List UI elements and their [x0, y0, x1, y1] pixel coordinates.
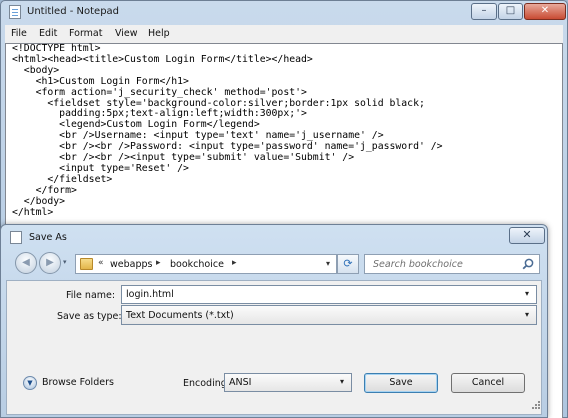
resize-grip-icon[interactable] — [531, 400, 541, 410]
save-button[interactable]: Save — [364, 373, 438, 393]
code-text: <!DOCTYPE html> <html><head><title>Custo… — [12, 43, 443, 219]
minimize-button[interactable]: – — [471, 3, 497, 20]
file-name-label: File name: — [66, 290, 116, 301]
notepad-menubar: File Edit Format View Help — [5, 25, 563, 43]
search-icon[interactable] — [522, 258, 534, 270]
back-button[interactable]: ◀ — [15, 252, 37, 274]
notepad-title: Untitled - Notepad — [27, 6, 120, 17]
recent-locations-dropdown[interactable]: ▾ — [63, 258, 67, 266]
maximize-button[interactable]: □ — [498, 3, 523, 20]
cancel-button[interactable]: Cancel — [451, 373, 525, 393]
breadcrumb-bookchoice[interactable]: bookchoice — [170, 259, 224, 270]
breadcrumb-webapps[interactable]: webapps — [110, 259, 152, 270]
dialog-close-button[interactable]: ✕ — [509, 227, 545, 244]
encoding-select[interactable]: ANSI ▾ — [224, 373, 352, 392]
search-box[interactable]: Search bookchoice — [364, 254, 540, 274]
refresh-button[interactable]: ⟳ — [337, 254, 359, 274]
encoding-value: ANSI — [229, 377, 252, 388]
file-name-input[interactable]: login.html ▾ — [121, 285, 537, 304]
code-line: </form> — [12, 184, 77, 196]
save-as-body: File name: login.html ▾ Save as type: Te… — [6, 280, 542, 415]
expand-icon: ▼ — [23, 376, 37, 390]
menu-edit[interactable]: Edit — [39, 28, 57, 39]
menu-view[interactable]: View — [115, 28, 138, 39]
code-line: <h1>Custom Login Form</h1> — [12, 75, 189, 87]
address-bar[interactable]: « webapps ▸ bookchoice ▸ ▾ — [75, 254, 337, 274]
encoding-dropdown-icon[interactable]: ▾ — [340, 377, 344, 386]
breadcrumb-separator[interactable]: ▸ — [232, 258, 237, 268]
folder-icon — [80, 258, 93, 270]
save-as-type-select[interactable]: Text Documents (*.txt) ▾ — [121, 305, 537, 325]
code-line: <form action='j_security_check' method='… — [12, 86, 307, 98]
save-as-dialog: Save As ✕ ◀ ▶ ▾ « webapps ▸ bookchoice ▸… — [0, 224, 548, 418]
breadcrumb-separator[interactable]: ▸ — [156, 258, 161, 268]
browse-folders-label: Browse Folders — [42, 377, 114, 388]
code-line: <html><head><title>Custom Login Form</ti… — [12, 53, 313, 65]
address-dropdown[interactable]: ▾ — [326, 259, 330, 268]
notepad-titlebar[interactable]: Untitled - Notepad – □ ✕ — [1, 1, 567, 24]
file-name-dropdown-icon[interactable]: ▾ — [525, 289, 529, 298]
close-button[interactable]: ✕ — [524, 3, 566, 20]
browse-folders-toggle[interactable]: ▼ Browse Folders — [23, 375, 133, 391]
search-placeholder: Search bookchoice — [373, 259, 463, 270]
encoding-label: Encoding: — [183, 378, 230, 389]
save-as-title: Save As — [29, 232, 67, 243]
code-line: </body> — [12, 195, 66, 207]
menu-help[interactable]: Help — [148, 28, 170, 39]
save-as-app-icon — [10, 231, 22, 244]
breadcrumb-overflow[interactable]: « — [98, 258, 104, 268]
save-as-type-dropdown-icon[interactable]: ▾ — [525, 310, 529, 319]
save-as-type-value: Text Documents (*.txt) — [126, 310, 234, 321]
menu-format[interactable]: Format — [69, 28, 102, 39]
code-line: </html> — [12, 206, 54, 218]
save-as-type-label: Save as type: — [57, 311, 122, 322]
forward-button[interactable]: ▶ — [39, 252, 61, 274]
notepad-app-icon — [9, 5, 21, 19]
file-name-value: login.html — [126, 289, 174, 300]
menu-file[interactable]: File — [11, 28, 27, 39]
